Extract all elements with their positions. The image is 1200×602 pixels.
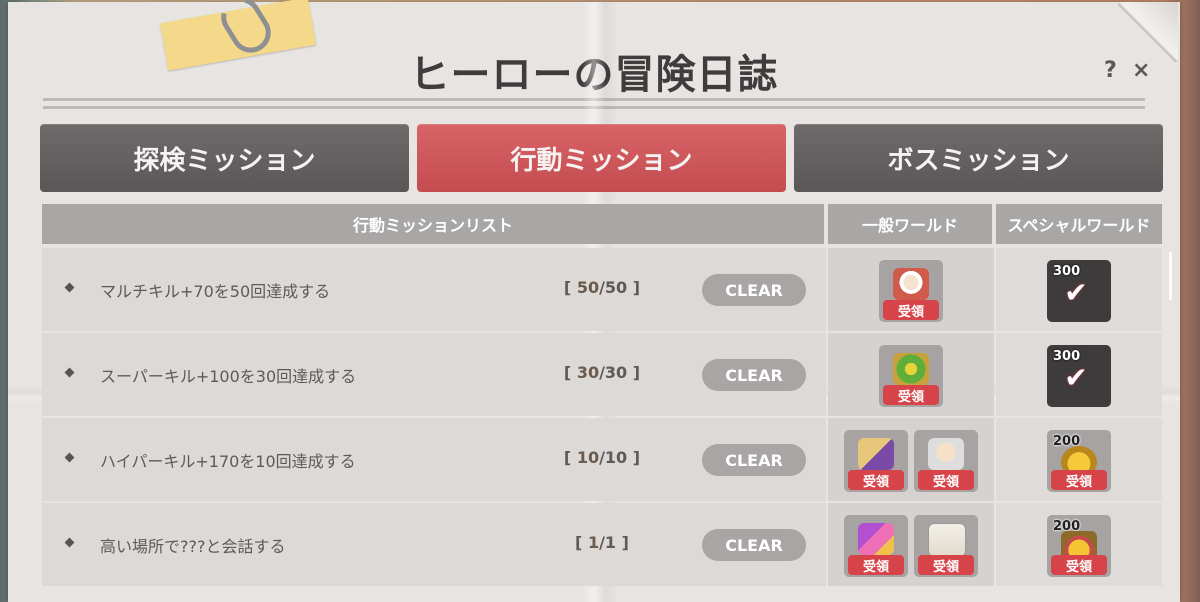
general-reward-cell: 受領 受領 xyxy=(828,503,994,586)
reward-button[interactable]: 200 受領 xyxy=(1047,430,1111,492)
receive-label: 受領 xyxy=(918,470,974,490)
check-icon: ✔ xyxy=(1064,361,1088,394)
mission-row: ハイパーキル+170を10回達成する [ 10/10 ] CLEAR 受領 受領… xyxy=(42,418,1162,502)
mission-row: マルチキル+70を50回達成する [ 50/50 ] CLEAR 受領 300 … xyxy=(42,248,1162,332)
tab-exploration-mission[interactable]: 探検ミッション xyxy=(40,124,409,192)
receive-label: 受領 xyxy=(1051,470,1107,490)
general-reward-cell: 受領 xyxy=(828,248,994,331)
help-icon[interactable]: ? xyxy=(1104,58,1117,83)
mission-text: スーパーキル+100を30回達成する xyxy=(100,367,357,386)
header-general-world: 一般ワールド xyxy=(828,204,992,244)
reward-button[interactable]: 受領 xyxy=(844,515,908,577)
bullet-icon xyxy=(64,282,75,293)
mission-progress: [ 1/1 ] xyxy=(575,533,629,552)
mission-text: マルチキル+70を50回達成する xyxy=(100,282,331,301)
special-reward-cell: 300 ✔ xyxy=(996,333,1162,416)
clear-badge: CLEAR xyxy=(702,529,806,561)
reward-button[interactable]: 受領 xyxy=(879,345,943,407)
mission-cell: ハイパーキル+170を10回達成する [ 10/10 ] CLEAR xyxy=(42,418,826,501)
mission-row: 高い場所で???と会話する [ 1/1 ] CLEAR 受領 受領 200 受領 xyxy=(42,503,1162,587)
clear-badge: CLEAR xyxy=(702,274,806,306)
magic-wand-icon xyxy=(858,523,894,555)
id-card-icon xyxy=(928,523,966,557)
mission-cell: スーパーキル+100を30回達成する [ 30/30 ] CLEAR xyxy=(42,333,826,416)
special-reward-cell: 200 受領 xyxy=(996,503,1162,586)
mission-progress: [ 50/50 ] xyxy=(563,278,641,297)
mission-text: ハイパーキル+170を10回達成する xyxy=(100,452,356,471)
tab-action-mission[interactable]: 行動ミッション xyxy=(417,124,786,192)
mission-progress: [ 30/30 ] xyxy=(563,363,641,382)
bald-face-icon xyxy=(928,438,964,470)
receive-label: 受領 xyxy=(883,300,939,320)
header-mission-list: 行動ミッションリスト xyxy=(42,204,824,244)
general-reward-cell: 受領 xyxy=(828,333,994,416)
receive-label: 受領 xyxy=(918,555,974,575)
receive-label: 受領 xyxy=(883,385,939,405)
bullet-icon xyxy=(64,537,75,548)
bullet-icon xyxy=(64,367,75,378)
check-icon: ✔ xyxy=(1064,276,1088,309)
mission-row: スーパーキル+100を30回達成する [ 30/30 ] CLEAR 受領 30… xyxy=(42,333,1162,417)
close-icon[interactable]: × xyxy=(1132,58,1150,83)
mission-cell: 高い場所で???と会話する [ 1/1 ] CLEAR xyxy=(42,503,826,586)
general-reward-cell: 受領 受領 xyxy=(828,418,994,501)
reward-button[interactable]: 受領 xyxy=(914,430,978,492)
reward-button[interactable]: 200 受領 xyxy=(1047,515,1111,577)
clear-badge: CLEAR xyxy=(702,359,806,391)
mission-cell: マルチキル+70を50回達成する [ 50/50 ] CLEAR xyxy=(42,248,826,331)
window-title: ヒーローの冒険日誌 xyxy=(409,52,779,98)
reward-button[interactable]: 受領 xyxy=(844,430,908,492)
clear-badge: CLEAR xyxy=(702,444,806,476)
receive-label: 受領 xyxy=(848,470,904,490)
receive-label: 受領 xyxy=(848,555,904,575)
reward-claimed: 300 ✔ xyxy=(1047,260,1111,322)
reward-claimed: 300 ✔ xyxy=(1047,345,1111,407)
mission-progress: [ 10/10 ] xyxy=(563,448,641,467)
scroll-icon xyxy=(858,438,894,470)
scrollbar-thumb[interactable] xyxy=(1169,252,1172,300)
special-reward-cell: 300 ✔ xyxy=(996,248,1162,331)
header-special-world: スペシャルワールド xyxy=(996,204,1162,244)
tab-boss-mission[interactable]: ボスミッション xyxy=(794,124,1163,192)
receive-label: 受領 xyxy=(1051,555,1107,575)
mission-text: 高い場所で???と会話する xyxy=(100,537,286,556)
reward-button[interactable]: 受領 xyxy=(914,515,978,577)
special-reward-cell: 200 受領 xyxy=(996,418,1162,501)
gift-box-icon xyxy=(893,353,929,385)
title-divider xyxy=(43,106,1145,109)
reward-button[interactable]: 受領 xyxy=(879,260,943,322)
portrait-icon xyxy=(893,268,929,300)
bullet-icon xyxy=(64,452,75,463)
